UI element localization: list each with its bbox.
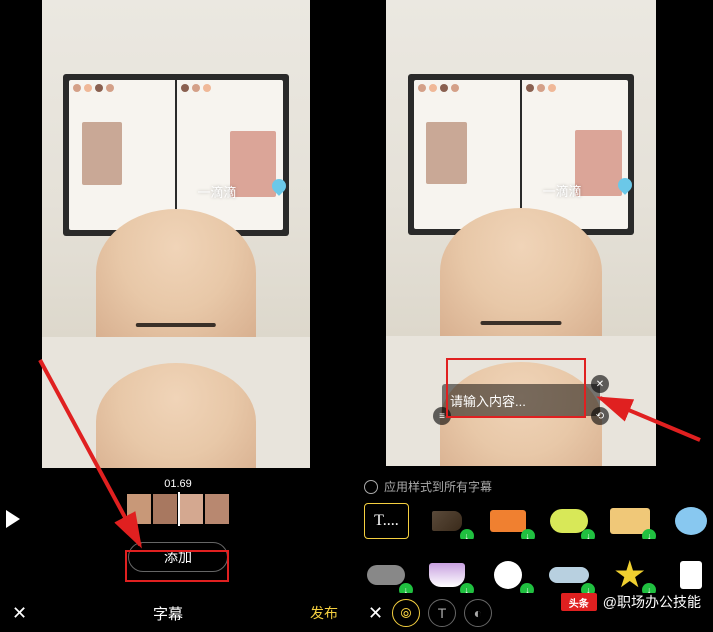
align-handle-icon[interactable]: ≡ bbox=[433, 407, 451, 425]
style-tube[interactable] bbox=[546, 557, 591, 593]
source-watermark: 头条 @职场办公技能 bbox=[561, 592, 701, 612]
style-purple-cloud[interactable] bbox=[425, 557, 470, 593]
style-cat[interactable] bbox=[607, 503, 652, 539]
right-screenshot: 一滴滴 请输入内容... ✕ ≡ ⟲ 应用样式到所有字幕 T.... bbox=[356, 0, 713, 632]
subtitle-text-input[interactable]: 请输入内容... ✕ ≡ ⟲ bbox=[442, 384, 600, 416]
style-brush[interactable] bbox=[425, 503, 470, 539]
video-preview-right: 一滴滴 请输入内容... ✕ ≡ ⟲ bbox=[386, 0, 656, 466]
bottom-bar-left: ✕ 字幕 发布 bbox=[0, 594, 356, 632]
style-text-default[interactable]: T.... bbox=[364, 503, 409, 539]
download-badge-icon bbox=[520, 583, 534, 593]
timeline[interactable] bbox=[0, 494, 356, 524]
publish-button[interactable]: 发布 bbox=[304, 603, 344, 623]
play-button[interactable] bbox=[6, 510, 20, 528]
toutiao-logo-icon: 头条 bbox=[561, 593, 597, 611]
style-orange-bubble[interactable] bbox=[486, 503, 531, 539]
style-burst[interactable] bbox=[607, 557, 652, 593]
video-watermark: 一滴滴 bbox=[543, 181, 582, 200]
font-tab-icon[interactable]: T bbox=[428, 599, 456, 627]
video-preview-left: 一滴滴 bbox=[42, 0, 310, 468]
add-subtitle-button[interactable]: 添加 bbox=[128, 542, 228, 572]
resize-handle-icon[interactable]: ⟲ bbox=[591, 407, 609, 425]
panel-title: 字幕 bbox=[32, 603, 304, 624]
apply-all-label: 应用样式到所有字幕 bbox=[384, 478, 492, 495]
delete-handle-icon[interactable]: ✕ bbox=[591, 375, 609, 393]
source-handle: @职场办公技能 bbox=[603, 592, 701, 612]
style-gray-pill[interactable] bbox=[364, 557, 409, 593]
download-badge-icon bbox=[642, 529, 656, 539]
download-badge-icon bbox=[581, 529, 595, 539]
palette-tab-icon[interactable]: ◐ bbox=[464, 599, 492, 627]
download-badge-icon bbox=[460, 529, 474, 539]
subtitle-placeholder: 请输入内容... bbox=[450, 391, 526, 410]
close-icon[interactable]: ✕ bbox=[12, 603, 32, 624]
style-cloud[interactable] bbox=[668, 503, 713, 539]
style-white-circle[interactable] bbox=[486, 557, 531, 593]
playhead[interactable] bbox=[178, 492, 180, 526]
style-row-1: T.... bbox=[364, 503, 713, 539]
emoji-tab-icon[interactable]: ⦾ bbox=[392, 599, 420, 627]
style-green-bubble[interactable] bbox=[547, 503, 592, 539]
download-badge-icon bbox=[399, 583, 413, 593]
timecode: 01.69 bbox=[0, 478, 356, 490]
download-badge-icon bbox=[521, 529, 535, 539]
video-watermark: 一滴滴 bbox=[197, 182, 236, 201]
left-screenshot: 一滴滴 01.69 添加 ✕ 字幕 发布 bbox=[0, 0, 356, 632]
close-icon[interactable]: ✕ bbox=[368, 603, 388, 624]
style-row-2 bbox=[364, 557, 713, 593]
download-badge-icon bbox=[460, 583, 474, 593]
style-more[interactable] bbox=[668, 557, 713, 593]
apply-all-checkbox[interactable]: 应用样式到所有字幕 bbox=[364, 478, 713, 495]
checkbox-circle-icon bbox=[364, 480, 378, 494]
